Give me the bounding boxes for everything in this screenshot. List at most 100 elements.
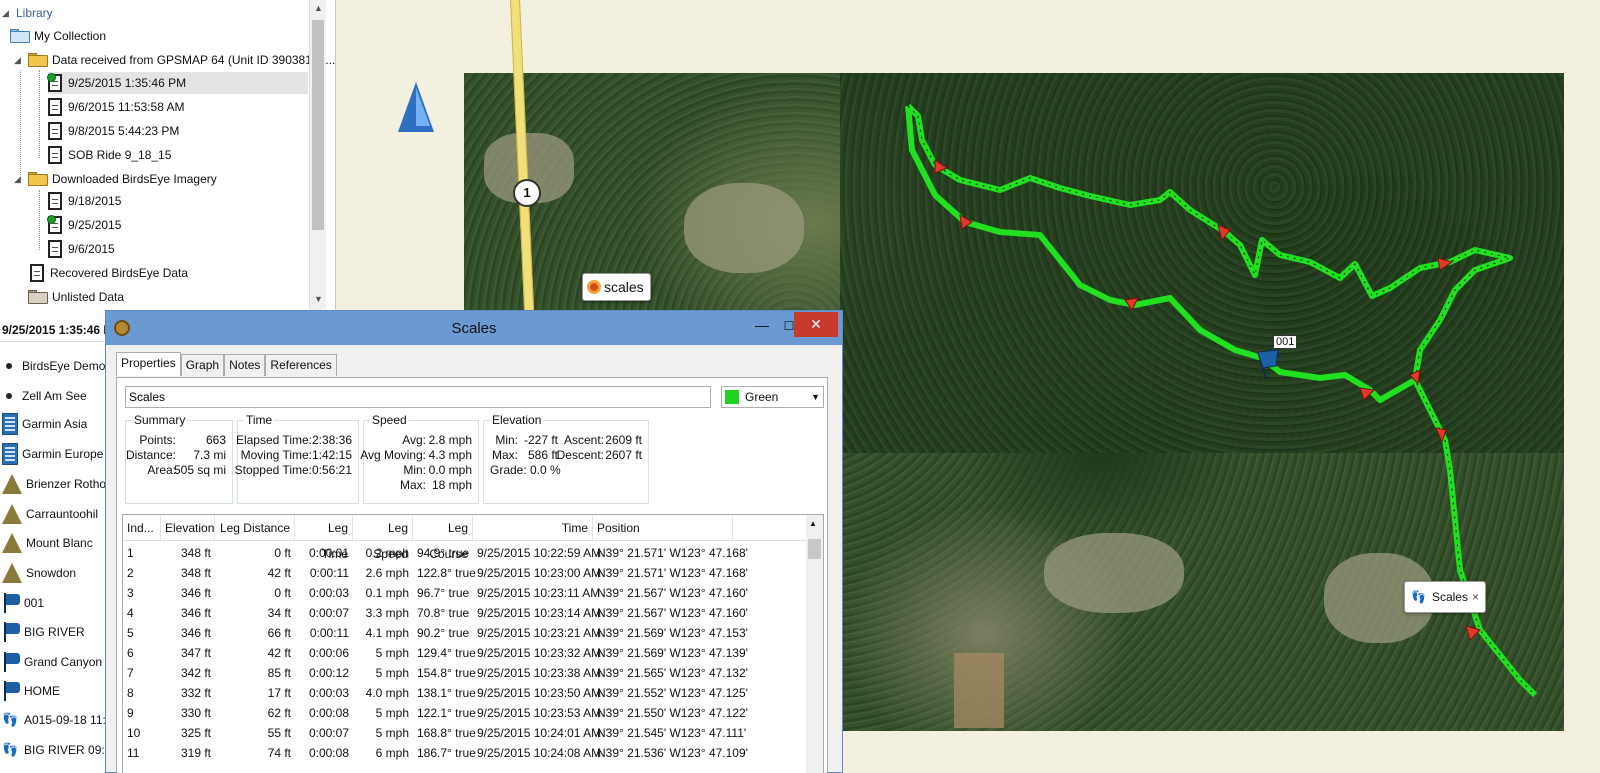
tree-item-label: SOB Ride 9_18_15 <box>68 148 172 162</box>
list-item[interactable]: BIG RIVER <box>0 620 107 644</box>
tree-item-label: 9/6/2015 11:53:58 AM <box>68 100 185 114</box>
list-item[interactable]: Garmin Asia <box>0 412 107 436</box>
elevation-cell: 346 ft <box>180 626 211 640</box>
leg-distance-cell: 85 ft <box>267 666 291 680</box>
table-row[interactable]: 11 319 ft 74 ft 0:00:08 6 mph 186.7° true 9/25… <box>123 743 803 763</box>
list-item-label: 001 <box>24 596 45 610</box>
list-item[interactable]: 001 <box>0 591 107 615</box>
time-cell: 9/25/2015 10:23:38 AM <box>477 666 602 680</box>
list-item[interactable]: HOME <box>0 679 107 703</box>
trackpoint-table[interactable]: Ind... Elevation Leg Distance Leg Time Leg S… <box>122 514 824 773</box>
table-row[interactable]: 6 347 ft 42 ft 0:00:06 5 mph 129.4° true 9/25/… <box>123 643 803 663</box>
tree-scrollbar[interactable]: ▲ ▼ <box>309 0 326 312</box>
track-name-input[interactable] <box>125 386 711 408</box>
col-leg-course-header[interactable]: Leg Course <box>413 515 473 561</box>
index-cell: 3 <box>127 586 134 600</box>
list-item[interactable]: Mount Blanc <box>0 531 107 555</box>
tree-item-device-folder[interactable]: ◢ Data received from GPSMAP 64 (Unit ID … <box>14 49 335 71</box>
table-row[interactable]: 8 332 ft 17 ft 0:00:03 4.0 mph 138.1° true 9/2… <box>123 683 803 703</box>
folder-open-icon <box>10 29 30 43</box>
place-label-scales[interactable]: scales <box>582 273 651 301</box>
tree-item-activity[interactable]: 9/25/2015 1:35:46 PM <box>47 72 308 94</box>
tree-item-imagery[interactable]: 9/25/2015 <box>47 214 121 236</box>
collapse-arrow-icon[interactable]: ◢ <box>14 174 24 185</box>
table-row[interactable]: 3 346 ft 0 ft 0:00:03 0.1 mph 96.7° true 9/25/… <box>123 583 803 603</box>
list-item[interactable]: 👣 A015-09-18 11:44 <box>0 708 107 732</box>
imagery-doc-icon <box>48 192 62 210</box>
color-select[interactable]: Green ▼ <box>721 386 824 408</box>
waypoint-label: 001 <box>1273 335 1298 349</box>
list-item-label: Carrauntoohil <box>26 507 99 521</box>
list-item[interactable]: 👣 BIG RIVER 09:38 <box>0 738 107 762</box>
item-list-panel[interactable]: 9/25/2015 1:35:46 PM BirdsEye Demo Zell … <box>0 318 108 773</box>
track-tag[interactable]: 👣 Scales × <box>1404 581 1486 613</box>
table-row[interactable]: 4 346 ft 34 ft 0:00:07 3.3 mph 70.8° true 9/25… <box>123 603 803 623</box>
col-leg-distance-header[interactable]: Leg Distance <box>215 515 295 541</box>
tab-properties[interactable]: Properties <box>116 352 181 376</box>
elevation-group: Elevation Min: -227 ft Max: 586 ft Grade… <box>483 413 649 504</box>
table-row[interactable]: 7 342 ft 85 ft 0:00:12 5 mph 154.8° true 9/25/… <box>123 663 803 683</box>
scroll-up-icon[interactable]: ▲ <box>809 519 817 528</box>
list-item[interactable]: Carrauntoohil <box>0 502 107 526</box>
list-item[interactable]: Snowdon <box>0 561 107 585</box>
list-item[interactable]: Grand Canyon Na <box>0 650 107 674</box>
list-item[interactable]: Zell Am See <box>0 384 107 408</box>
close-tag-button[interactable]: × <box>1472 590 1479 604</box>
collapse-arrow-icon[interactable]: ◢ <box>14 55 24 66</box>
tree-item-imagery[interactable]: 9/6/2015 <box>48 238 115 260</box>
col-time-header[interactable]: Time <box>473 515 593 541</box>
stat-label: Points: <box>139 433 176 447</box>
dialog-titlebar[interactable]: Scales — ☐ ✕ <box>106 311 842 345</box>
stat-label: Ascent: <box>563 433 604 447</box>
table-row[interactable]: 9 330 ft 62 ft 0:00:08 5 mph 122.1° true 9/25/… <box>123 703 803 723</box>
col-position-header[interactable]: Position <box>593 515 733 541</box>
folder-icon <box>28 172 48 186</box>
library-tree[interactable]: ◢ Library My Collection ◢ Data received … <box>0 0 336 318</box>
table-row[interactable]: 5 346 ft 66 ft 0:00:11 4.1 mph 90.2° true 9/25… <box>123 623 803 643</box>
col-leg-time-header[interactable]: Leg Time <box>295 515 353 561</box>
tab-references[interactable]: References <box>265 354 337 376</box>
col-elevation-header[interactable]: Elevation <box>161 515 215 541</box>
stat-label: Max: <box>399 478 426 492</box>
tree-item-recovered[interactable]: Recovered BirdsEye Data <box>30 262 188 284</box>
tree-item-unlisted[interactable]: Unlisted Data <box>28 286 124 308</box>
tab-graph[interactable]: Graph <box>180 354 225 376</box>
col-index-header[interactable]: Ind... <box>123 515 161 541</box>
tree-item-my-collection[interactable]: My Collection <box>10 25 106 47</box>
scroll-thumb[interactable] <box>808 539 821 559</box>
waypoint-flag-icon[interactable] <box>1257 349 1279 379</box>
leg-course-cell: 129.4° true <box>417 646 476 660</box>
list-item-label: BIG RIVER 09:38 <box>24 743 107 757</box>
tab-notes[interactable]: Notes <box>224 354 266 376</box>
table-scrollbar[interactable]: ▲ <box>806 515 823 773</box>
scroll-thumb[interactable] <box>312 20 324 230</box>
col-leg-speed-header[interactable]: Leg Speed <box>353 515 413 561</box>
tree-item-birdseye-folder[interactable]: ◢ Downloaded BirdsEye Imagery <box>14 168 217 190</box>
minimize-button[interactable]: — <box>749 317 775 337</box>
table-row[interactable]: 10 325 ft 55 ft 0:00:07 5 mph 168.8° true 9/25… <box>123 723 803 743</box>
stat-label: Moving Time: <box>240 448 312 462</box>
tree-item-activity[interactable]: SOB Ride 9_18_15 <box>48 144 171 166</box>
leg-distance-cell: 74 ft <box>267 746 291 760</box>
scroll-down-icon[interactable]: ▼ <box>310 294 327 304</box>
table-row[interactable]: 1 348 ft 0 ft 0:00:01 0.2 mph 94.9° true 9/25/… <box>123 543 803 563</box>
leg-speed-cell: 5 mph <box>375 706 409 720</box>
close-button[interactable]: ✕ <box>794 312 838 337</box>
index-cell: 9 <box>127 706 134 720</box>
flag-icon <box>2 681 20 701</box>
scroll-up-icon[interactable]: ▲ <box>310 3 327 13</box>
tree-item-activity[interactable]: 9/8/2015 5:44:23 PM <box>48 120 179 142</box>
list-item[interactable]: Garmin Europe <box>0 442 107 466</box>
table-row[interactable]: 2 348 ft 42 ft 0:00:11 2.6 mph 122.8° true 9/2… <box>123 563 803 583</box>
stat-label: Min: <box>495 433 518 447</box>
leg-time-cell: 0:00:03 <box>308 586 349 600</box>
tree-item-library[interactable]: ◢ Library <box>2 2 53 24</box>
tree-item-imagery[interactable]: 9/18/2015 <box>48 190 121 212</box>
list-item[interactable]: Brienzer Rothorn <box>0 472 107 496</box>
collapse-arrow-icon[interactable]: ◢ <box>2 8 12 19</box>
elevation-cell: 319 ft <box>180 746 211 760</box>
tree-item-activity[interactable]: 9/6/2015 11:53:58 AM <box>48 96 185 118</box>
track-properties-dialog[interactable]: Scales — ☐ ✕ Properties Graph Notes Refe… <box>105 310 843 773</box>
route-number-badge: 1 <box>513 179 541 207</box>
list-item[interactable]: BirdsEye Demo <box>0 354 107 378</box>
